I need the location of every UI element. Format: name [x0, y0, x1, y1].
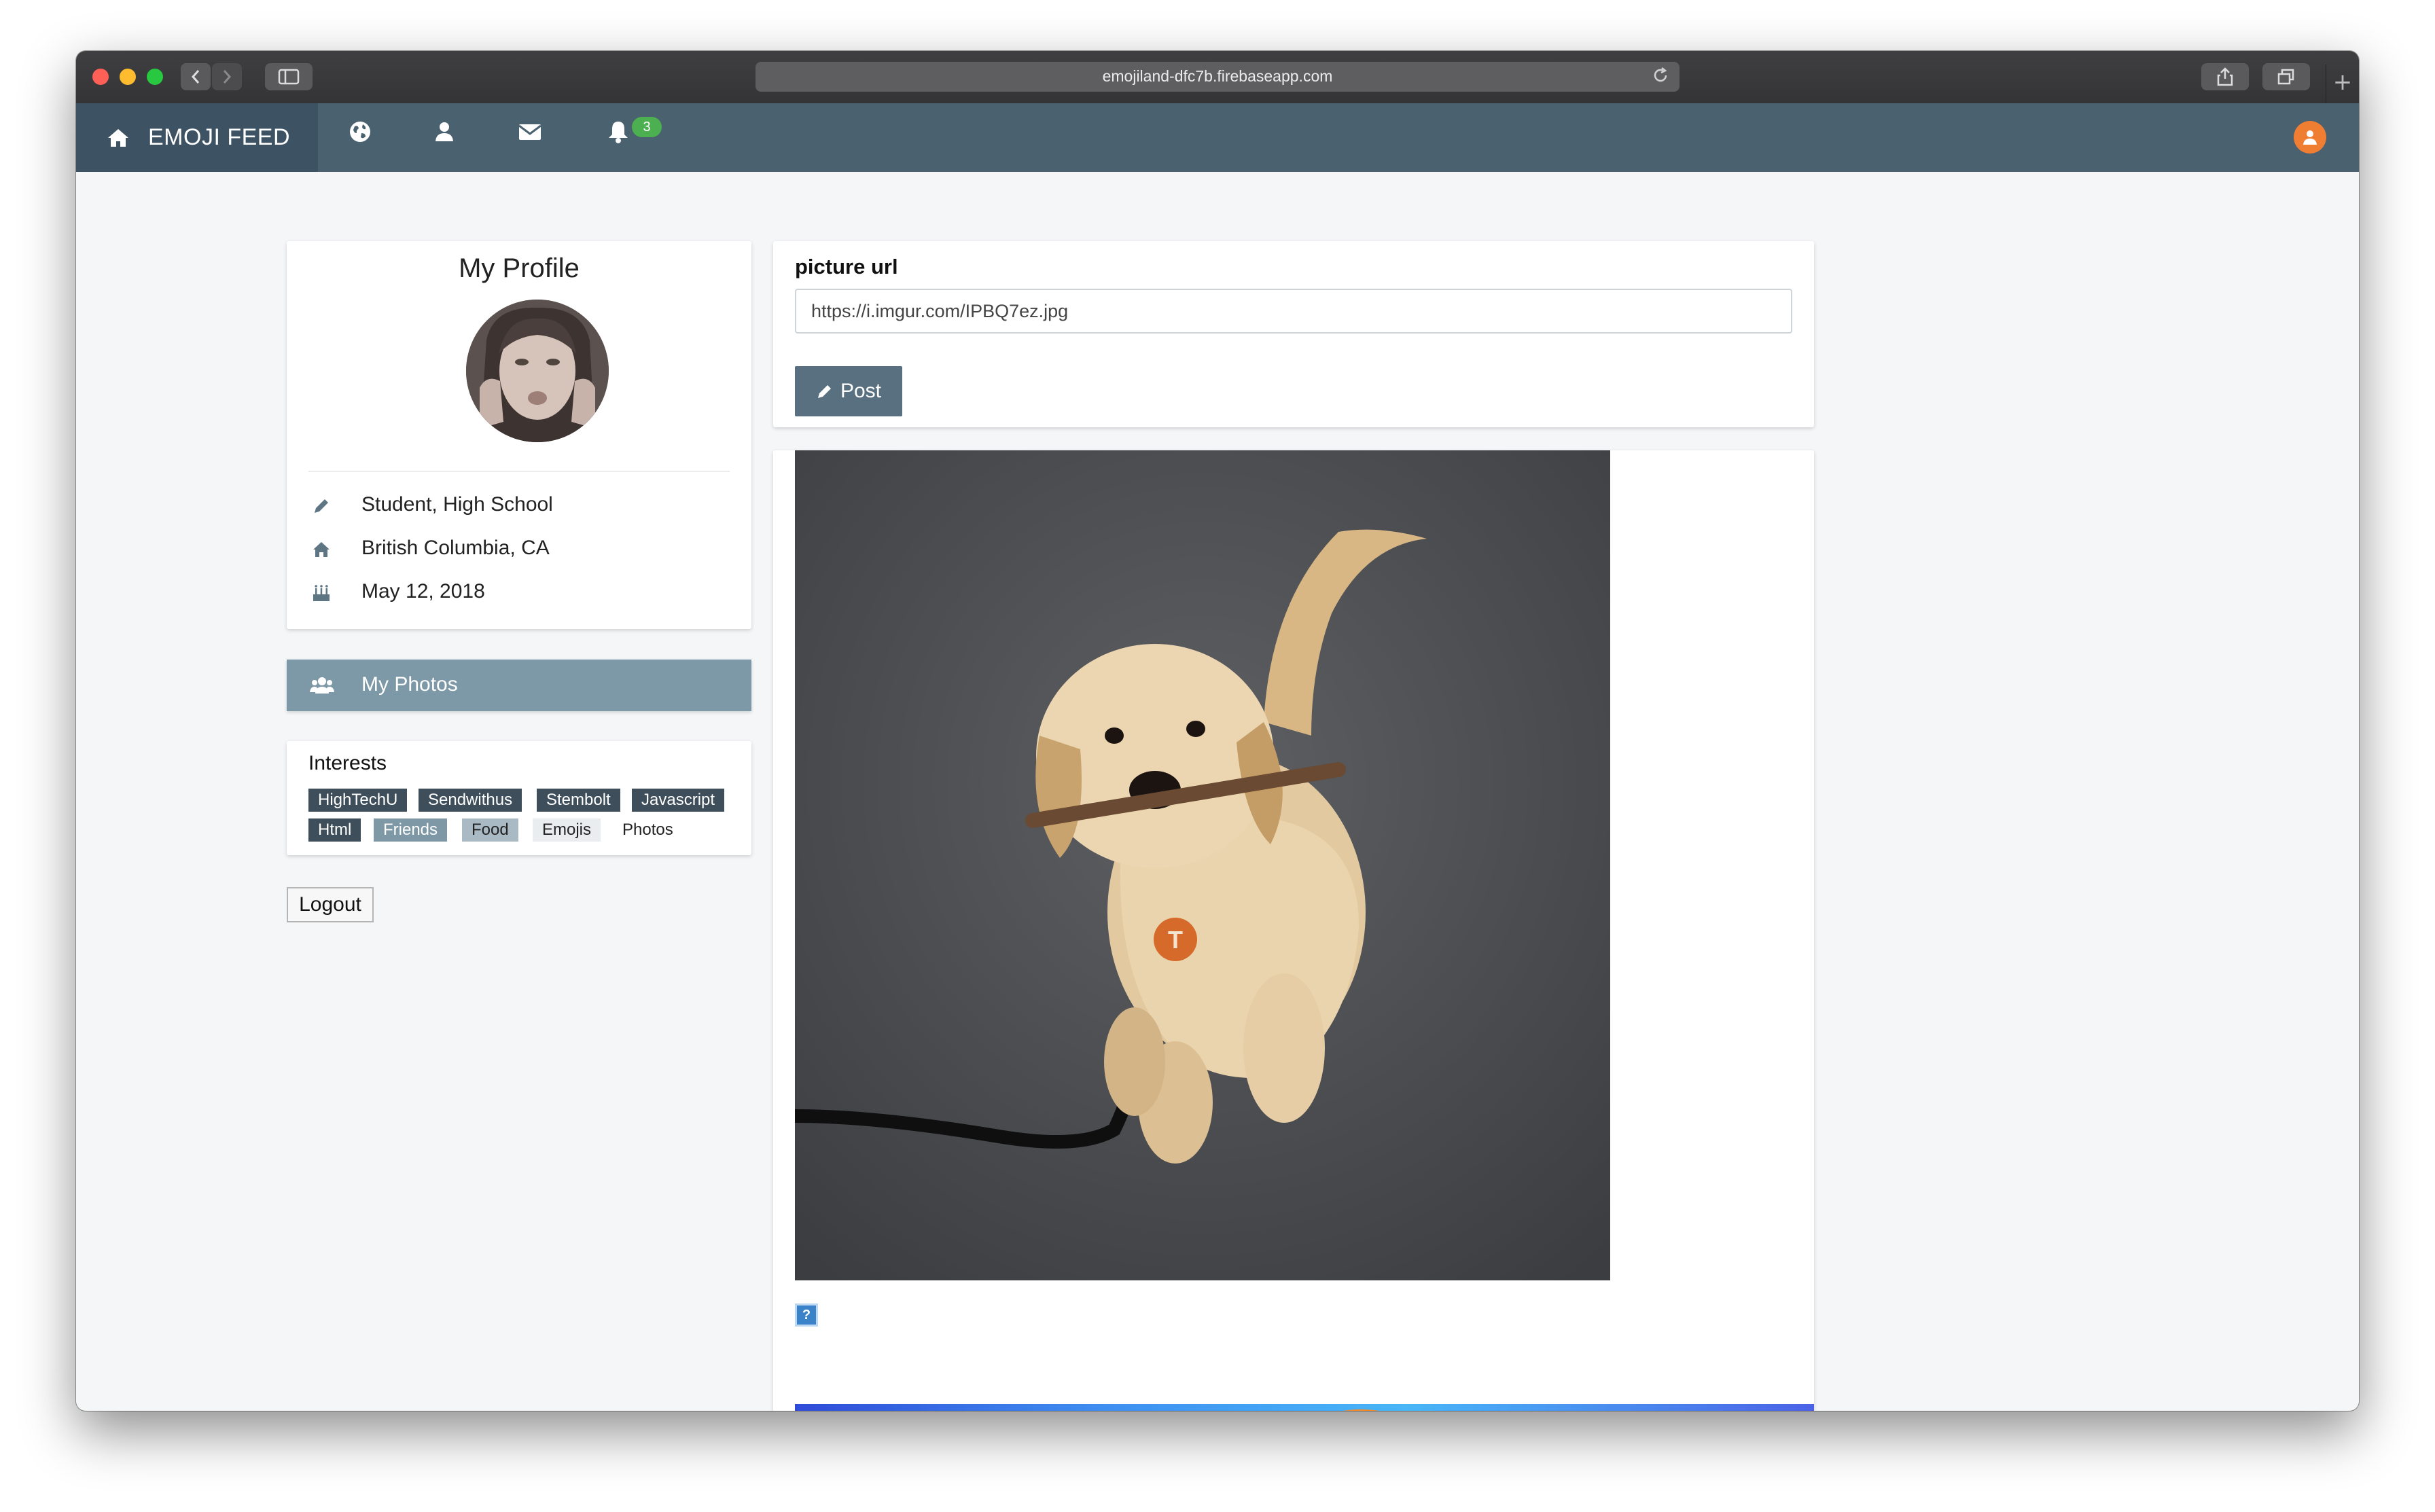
sidebar-toggle-button[interactable] [265, 63, 313, 90]
my-photos-label: My Photos [361, 673, 458, 696]
sidebar-icon [278, 69, 300, 85]
interests-card: Interests HighTechU Sendwithus Stembolt … [287, 741, 751, 855]
minimize-window-button[interactable] [120, 69, 136, 85]
brand-link[interactable]: EMOJI FEED [76, 103, 318, 172]
new-tab-button[interactable]: + [2326, 65, 2359, 103]
birthday-cake-icon [313, 585, 330, 601]
post-button[interactable]: Post [795, 366, 902, 416]
globe-icon[interactable] [346, 118, 374, 145]
tabs-icon [2277, 69, 2294, 85]
back-button[interactable] [181, 63, 211, 90]
profile-occupation: Student, High School [361, 493, 553, 516]
profile-card: My Profile Student, High School British … [287, 241, 751, 629]
picture-url-input[interactable] [795, 289, 1792, 334]
home-icon [313, 542, 330, 557]
profile-location-row: British Columbia, CA [287, 533, 751, 566]
interest-tag[interactable]: Friends [374, 818, 448, 842]
picture-url-label: picture url [795, 255, 898, 278]
bell-icon[interactable] [605, 118, 632, 145]
home-icon [108, 128, 128, 147]
brand-title: EMOJI FEED [148, 124, 291, 150]
browser-titlebar: emojiland-dfc7b.firebaseapp.com + [76, 51, 2359, 105]
share-button[interactable] [2201, 63, 2249, 90]
account-avatar-button[interactable] [2294, 121, 2326, 154]
profile-title: My Profile [459, 253, 580, 283]
chevron-left-icon [191, 70, 200, 84]
user-avatar-icon [2303, 130, 2317, 145]
address-bar[interactable]: emojiland-dfc7b.firebaseapp.com [756, 62, 1679, 92]
profile-location: British Columbia, CA [361, 537, 550, 559]
profile-avatar [466, 300, 609, 442]
post-button-label: Post [840, 380, 882, 402]
chevron-right-icon [223, 70, 232, 84]
profile-birthday-row: May 12, 2018 [287, 576, 751, 610]
interest-tag[interactable]: Javascript [632, 789, 725, 812]
interest-tag[interactable]: Food [462, 818, 518, 842]
browser-window: emojiland-dfc7b.firebaseapp.com + EMOJI … [76, 51, 2359, 1411]
notification-badge: 3 [632, 117, 662, 137]
feed-photo-puppy[interactable]: T [795, 450, 1610, 1280]
interest-tag[interactable]: Stembolt [537, 789, 620, 812]
reload-icon[interactable] [1651, 66, 1670, 90]
profile-occupation-row: Student, High School [287, 489, 751, 523]
envelope-icon[interactable] [516, 118, 544, 145]
interest-tag[interactable]: Sendwithus [419, 789, 522, 812]
logout-button[interactable]: Logout [287, 887, 374, 922]
profile-birthday: May 12, 2018 [361, 580, 485, 602]
close-window-button[interactable] [92, 69, 109, 85]
interest-tag[interactable]: HighTechU [308, 789, 408, 812]
profile-divider [308, 471, 730, 472]
forward-button[interactable] [212, 63, 242, 90]
tab-overview-button[interactable] [2262, 63, 2310, 90]
interest-tag[interactable]: Html [308, 818, 361, 842]
broken-image-icon: ? [795, 1303, 818, 1327]
my-photos-button[interactable]: My Photos [287, 660, 751, 711]
feed-card: T ? [773, 450, 1814, 1411]
post-form-card: picture url Post [773, 241, 1814, 427]
users-icon [310, 677, 334, 694]
zoom-window-button[interactable] [147, 69, 163, 85]
user-icon[interactable] [431, 118, 458, 145]
app-navbar: EMOJI FEED 3 [76, 103, 2359, 172]
interest-tag[interactable]: Photos [613, 818, 683, 842]
pencil-icon [817, 385, 831, 398]
interests-title: Interests [308, 752, 387, 774]
interest-tag[interactable]: Emojis [533, 818, 601, 842]
svg-text:T: T [1168, 926, 1183, 954]
feed-photo-emoji[interactable] [795, 1404, 1814, 1411]
pencil-icon [315, 499, 328, 513]
url-text: emojiland-dfc7b.firebaseapp.com [1102, 67, 1333, 85]
share-icon [2217, 67, 2233, 86]
